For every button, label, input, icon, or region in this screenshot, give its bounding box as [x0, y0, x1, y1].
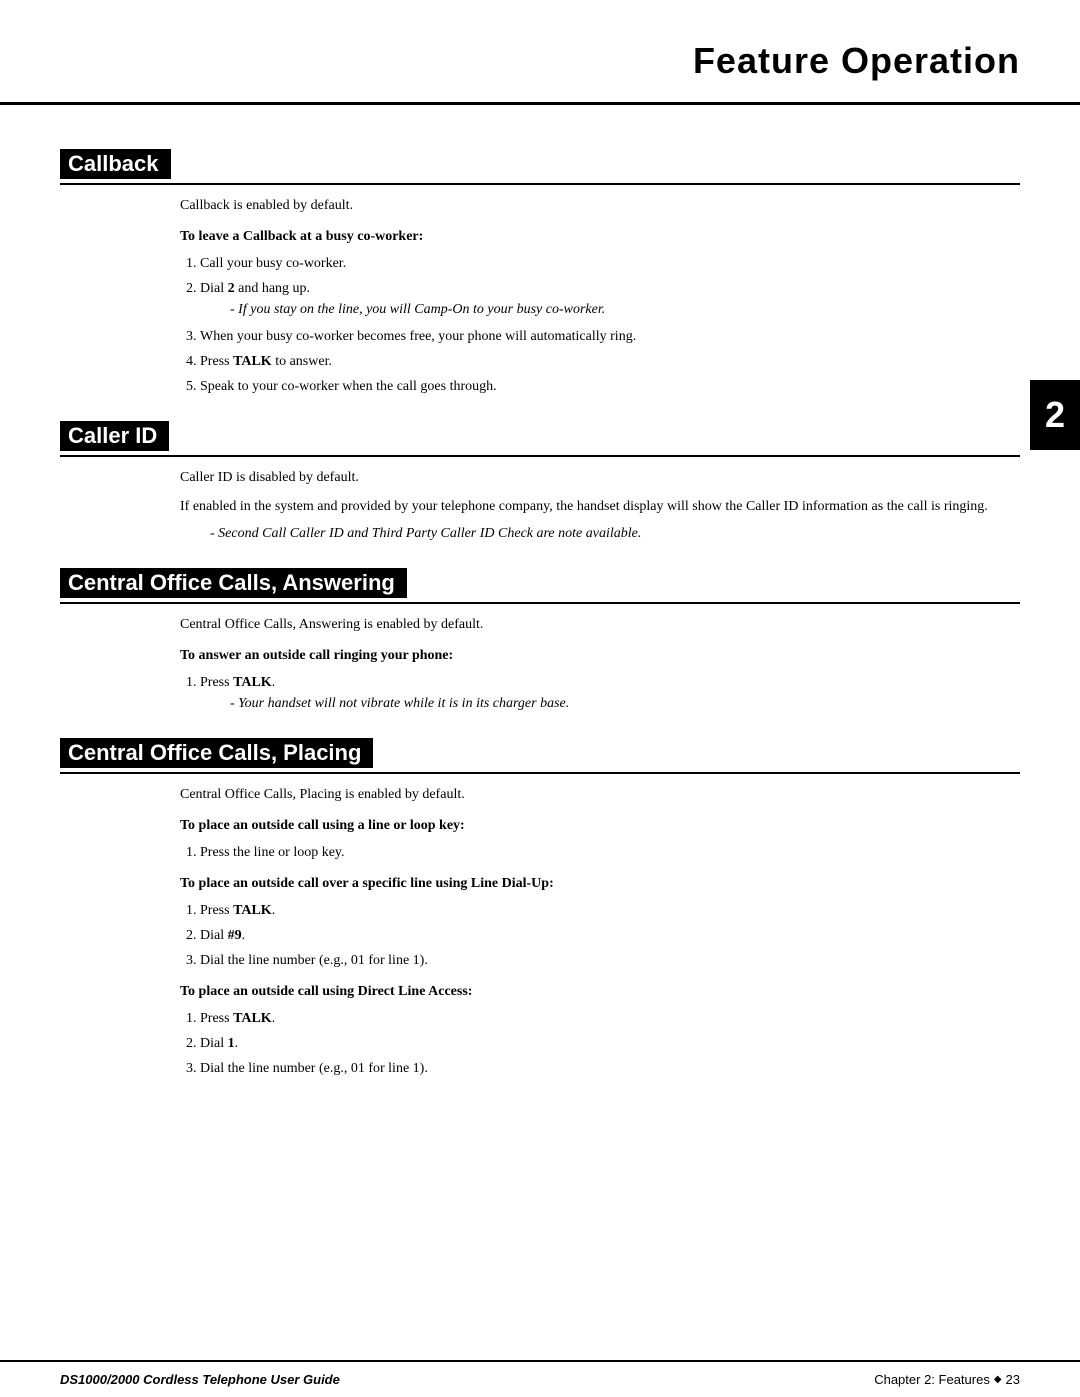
co-placing-dialup-title: To place an outside call over a specific…: [180, 873, 1020, 894]
caller-id-body-text: If enabled in the system and provided by…: [180, 496, 1020, 517]
co-answering-subsection-title: To answer an outside call ringing your p…: [180, 645, 1020, 666]
page-container: Feature Operation 2 Callback Callback is…: [0, 0, 1080, 1397]
co-answering-step-1: Press TALK. Your handset will not vibrat…: [200, 672, 1020, 714]
co-placing-dialup-steps: Press TALK. Dial #9. Dial the line numbe…: [200, 900, 1020, 971]
caller-id-note: Second Call Caller ID and Third Party Ca…: [210, 523, 1020, 544]
co-placing-dialup-step-1: Press TALK.: [200, 900, 1020, 921]
co-placing-dialup-step-3: Dial the line number (e.g., 01 for line …: [200, 950, 1020, 971]
callback-step-4: Press TALK to answer.: [200, 351, 1020, 372]
co-placing-loop-steps: Press the line or loop key.: [200, 842, 1020, 863]
co-placing-loop-title: To place an outside call using a line or…: [180, 815, 1020, 836]
callback-step-5: Speak to your co-worker when the call go…: [200, 376, 1020, 397]
co-answering-steps: Press TALK. Your handset will not vibrat…: [200, 672, 1020, 714]
page-footer: DS1000/2000 Cordless Telephone User Guid…: [0, 1360, 1080, 1397]
caller-id-title: Caller ID: [60, 421, 169, 451]
callback-step-3: When your busy co-worker becomes free, y…: [200, 326, 1020, 347]
co-placing-loop-step-1: Press the line or loop key.: [200, 842, 1020, 863]
co-answering-intro: Central Office Calls, Answering is enabl…: [180, 614, 1020, 635]
main-content: 2 Callback Callback is enabled by defaul…: [0, 105, 1080, 1109]
callback-title: Callback: [60, 149, 171, 179]
caller-id-intro: Caller ID is disabled by default.: [180, 467, 1020, 488]
co-placing-direct-step-2: Dial 1.: [200, 1033, 1020, 1054]
footer-right: Chapter 2: Features ◆ 23: [874, 1372, 1020, 1387]
co-placing-direct-step-3: Dial the line number (e.g., 01 for line …: [200, 1058, 1020, 1079]
callback-step-1: Call your busy co-worker.: [200, 253, 1020, 274]
section-callback: Callback: [60, 149, 1020, 185]
caller-id-note-list: Second Call Caller ID and Third Party Ca…: [210, 523, 1020, 544]
co-placing-direct-step-1: Press TALK.: [200, 1008, 1020, 1029]
co-answering-step-1-note: Your handset will not vibrate while it i…: [230, 693, 1020, 714]
footer-left-text: DS1000/2000 Cordless Telephone User Guid…: [60, 1372, 340, 1387]
callback-title-bar: Callback: [60, 149, 1020, 185]
caller-id-body: Caller ID is disabled by default. If ena…: [180, 467, 1020, 544]
callback-subsection-title: To leave a Callback at a busy co-worker:: [180, 226, 1020, 247]
footer-page-number: 23: [1006, 1372, 1020, 1387]
co-placing-title-bar: Central Office Calls, Placing: [60, 738, 1020, 774]
co-placing-direct-steps: Press TALK. Dial 1. Dial the line number…: [200, 1008, 1020, 1079]
callback-body: Callback is enabled by default. To leave…: [180, 195, 1020, 397]
callback-intro: Callback is enabled by default.: [180, 195, 1020, 216]
chapter-tab: 2: [1030, 380, 1080, 450]
footer-chapter-label: Chapter 2: Features: [874, 1372, 990, 1387]
co-placing-intro: Central Office Calls, Placing is enabled…: [180, 784, 1020, 805]
chapter-number: 2: [1045, 394, 1065, 436]
caller-id-title-bar: Caller ID: [60, 421, 1020, 457]
callback-step-2-note: If you stay on the line, you will Camp-O…: [230, 299, 1020, 320]
co-placing-direct-title: To place an outside call using Direct Li…: [180, 981, 1020, 1002]
co-answering-note-vibrate: Your handset will not vibrate while it i…: [230, 693, 1020, 714]
callback-step-2: Dial 2 and hang up. If you stay on the l…: [200, 278, 1020, 320]
co-placing-body: Central Office Calls, Placing is enabled…: [180, 784, 1020, 1079]
footer-diamond-icon: ◆: [994, 1374, 1002, 1385]
co-answering-title: Central Office Calls, Answering: [60, 568, 407, 598]
page-title: Feature Operation: [693, 40, 1020, 81]
page-header: Feature Operation: [0, 0, 1080, 105]
callback-note-campOn: If you stay on the line, you will Camp-O…: [230, 299, 1020, 320]
co-answering-title-bar: Central Office Calls, Answering: [60, 568, 1020, 604]
section-caller-id: Caller ID: [60, 421, 1020, 457]
co-answering-body: Central Office Calls, Answering is enabl…: [180, 614, 1020, 714]
callback-steps: Call your busy co-worker. Dial 2 and han…: [200, 253, 1020, 397]
section-co-placing: Central Office Calls, Placing: [60, 738, 1020, 774]
co-placing-dialup-step-2: Dial #9.: [200, 925, 1020, 946]
section-co-answering: Central Office Calls, Answering: [60, 568, 1020, 604]
co-placing-title: Central Office Calls, Placing: [60, 738, 373, 768]
